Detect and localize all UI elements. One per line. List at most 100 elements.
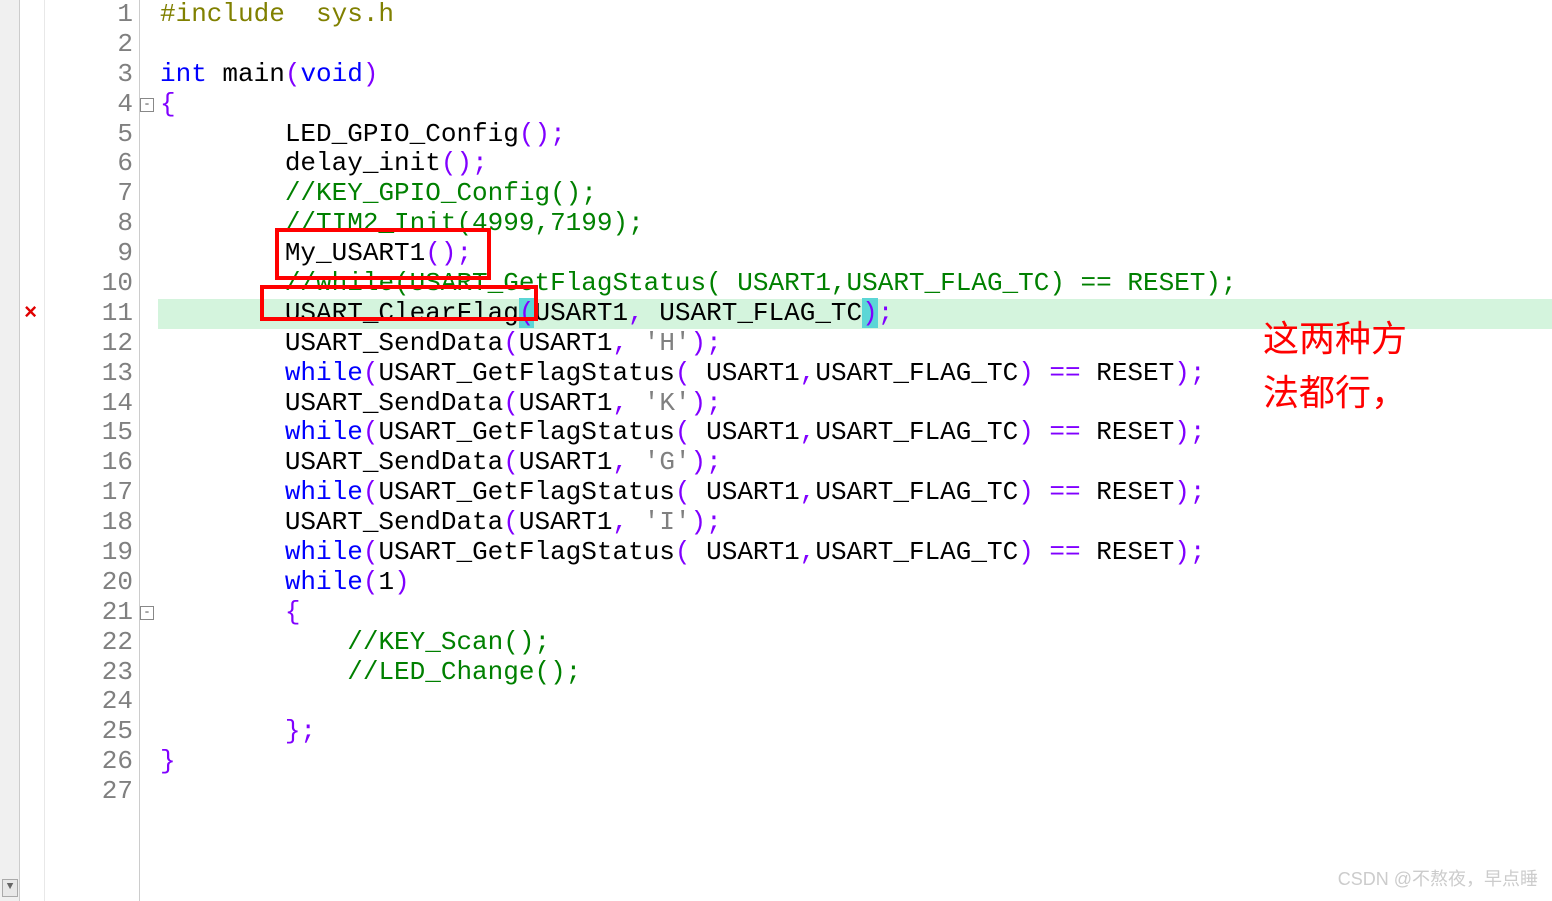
code-line[interactable] [158,30,1552,60]
code-token: //KEY_Scan(); [347,627,550,657]
code-token: USART1 [691,358,800,388]
code-editor[interactable]: ▼ × 123456789101112131415161718192021222… [0,0,1552,901]
code-token: while [285,537,363,567]
code-token: while [285,567,363,597]
code-token: ( [503,507,519,537]
code-token [160,537,285,567]
code-token: USART_GetFlagStatus [378,417,674,447]
code-token: USART1 [519,388,613,418]
outline-fold-column: ▼ [0,0,20,901]
watermark: CSDN @不熬夜，早点睡 [1338,865,1538,891]
code-token: USART_SendData [160,507,503,537]
fold-toggle-icon[interactable]: - [140,98,154,112]
code-line[interactable]: //TIM2_Init(4999,7199); [158,209,1552,239]
code-token: } [160,746,176,776]
annotation-line-2: 法都行， [1263,366,1407,420]
code-token: ( [675,417,691,447]
code-area[interactable]: #include sys.hint main(void){ LED_GPIO_C… [158,0,1552,901]
code-token: == [1049,417,1080,447]
code-token [628,507,644,537]
line-number: 12 [45,329,133,359]
code-token: ( [503,328,519,358]
code-token [1034,537,1050,567]
code-token: 1 [378,567,394,597]
code-token [160,477,285,507]
code-token [1034,417,1050,447]
scroll-down-icon[interactable]: ▼ [2,879,18,897]
code-token: LED_GPIO_Config [160,119,519,149]
fold-toggle-icon[interactable]: - [140,606,154,620]
code-token: USART_FLAG_TC [815,358,1018,388]
code-token: 'K' [644,388,691,418]
code-token: (); [441,148,488,178]
code-token: USART_FLAG_TC [644,298,862,328]
code-token: void [300,59,362,89]
code-line[interactable] [158,777,1552,807]
code-token: USART_FLAG_TC [815,537,1018,567]
line-number: 4 [45,90,133,120]
code-token: ( [675,477,691,507]
code-token: ) [363,59,379,89]
code-token: 'I' [644,507,691,537]
code-line[interactable]: while(USART_GetFlagStatus( USART1,USART_… [158,538,1552,568]
annotation-text: 这两种方 法都行， [1263,312,1407,420]
line-number-gutter: 1234567891011121314151617181920212223242… [45,0,140,901]
code-line[interactable]: //while(USART_GetFlagStatus( USART1,USAR… [158,269,1552,299]
code-token: RESET [1081,358,1175,388]
code-token: , [628,298,644,328]
code-line[interactable]: }; [158,717,1552,747]
code-line[interactable]: #include sys.h [158,0,1552,30]
code-line[interactable]: //KEY_Scan(); [158,628,1552,658]
line-number: 21 [45,598,133,628]
annotation-line-1: 这两种方 [1263,312,1407,366]
code-line[interactable]: USART_SendData(USART1, 'I'); [158,508,1552,538]
code-token: ( [363,358,379,388]
code-line[interactable]: { [158,598,1552,628]
code-token: //while(USART_GetFlagStatus( USART1,USAR… [285,268,1237,298]
code-token: 'G' [644,447,691,477]
code-line[interactable]: while(USART_GetFlagStatus( USART1,USART_… [158,418,1552,448]
error-marker-icon[interactable]: × [24,301,37,326]
code-token [628,388,644,418]
code-token: ( [363,477,379,507]
code-token: , [800,477,816,507]
line-number: 7 [45,179,133,209]
code-line[interactable]: LED_GPIO_Config(); [158,120,1552,150]
line-number: 16 [45,448,133,478]
code-token [160,358,285,388]
code-line[interactable]: //LED_Change(); [158,658,1552,688]
code-line[interactable]: delay_init(); [158,149,1552,179]
code-token: main [207,59,285,89]
line-number: 20 [45,568,133,598]
code-line[interactable] [158,687,1552,717]
code-token: ( [519,298,535,328]
code-token: { [160,89,176,119]
code-line[interactable]: while(1) [158,568,1552,598]
code-token: == [1049,477,1080,507]
code-token: , [800,417,816,447]
code-token: ) [862,298,878,328]
code-line[interactable]: int main(void) [158,60,1552,90]
line-number: 27 [45,777,133,807]
code-token: ); [1174,417,1205,447]
line-number: 18 [45,508,133,538]
code-line[interactable]: { [158,90,1552,120]
line-number: 22 [45,628,133,658]
code-token: , [800,537,816,567]
code-token: USART_FLAG_TC [815,417,1018,447]
code-token: , [613,388,629,418]
code-line[interactable]: //KEY_GPIO_Config(); [158,179,1552,209]
code-token: ; [878,298,894,328]
code-line[interactable]: while(USART_GetFlagStatus( USART1,USART_… [158,478,1552,508]
code-token [160,208,285,238]
line-number: 15 [45,418,133,448]
code-token: ( [503,388,519,418]
code-line[interactable]: USART_SendData(USART1, 'G'); [158,448,1552,478]
code-token [160,178,285,208]
code-token [160,597,285,627]
code-line[interactable]: } [158,747,1552,777]
code-token [160,417,285,447]
line-number: 17 [45,478,133,508]
code-line[interactable]: My_USART1(); [158,239,1552,269]
line-number: 3 [45,60,133,90]
